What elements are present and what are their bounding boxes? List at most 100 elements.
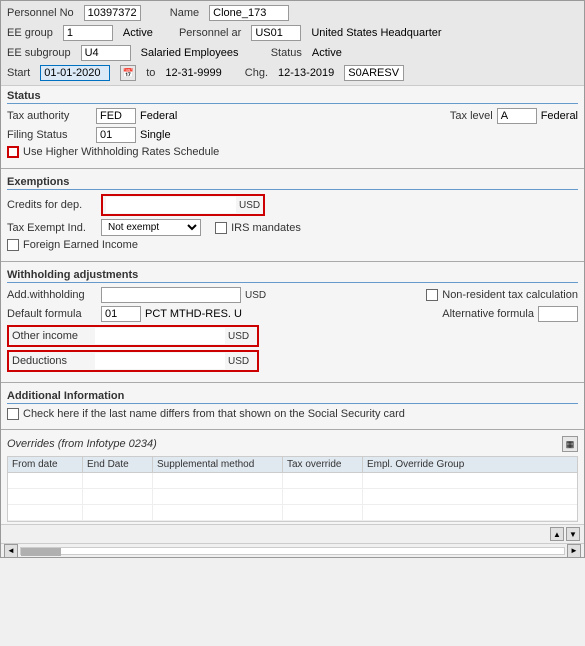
name-label: Name xyxy=(170,7,199,19)
credits-for-dep-currency: USD xyxy=(239,200,260,211)
deductions-row: Deductions USD xyxy=(7,350,578,372)
non-resident-label: Non-resident tax calculation xyxy=(442,289,578,301)
cell-from-date-2 xyxy=(8,489,83,504)
chg-date: 12-13-2019 xyxy=(278,67,334,79)
check-last-name-row: Check here if the last name differs from… xyxy=(7,408,578,420)
tax-authority-label: Tax authority xyxy=(7,110,92,122)
col-empl-override: Empl. Override Group xyxy=(363,457,577,472)
tax-authority-name: Federal xyxy=(140,110,177,122)
use-higher-withholding-row: Use Higher Withholding Rates Schedule xyxy=(7,146,578,158)
other-income-currency: USD xyxy=(228,331,249,342)
foreign-earned-income-row: Foreign Earned Income xyxy=(7,239,578,251)
additional-title: Additional Information xyxy=(7,390,578,404)
default-formula-row: Default formula 01 PCT MTHD-RES. U Alter… xyxy=(7,306,578,322)
tax-exempt-dropdown[interactable]: Not exempt xyxy=(101,219,201,236)
tax-level-name: Federal xyxy=(541,110,578,122)
exemptions-title: Exemptions xyxy=(7,176,578,190)
overrides-table: From date End Date Supplemental method T… xyxy=(7,456,578,522)
table-row xyxy=(8,489,577,505)
start-date[interactable]: 01-01-2020 xyxy=(40,65,110,81)
use-higher-withholding-checkbox[interactable] xyxy=(7,146,19,158)
tax-level-label: Tax level xyxy=(450,110,493,122)
personnel-area-label: Personnel ar xyxy=(179,27,241,39)
alternative-formula-input[interactable] xyxy=(538,306,578,322)
table-row xyxy=(8,505,577,521)
deductions-input[interactable] xyxy=(95,353,225,369)
tax-authority-row: Tax authority FED Federal Tax level A Fe… xyxy=(7,108,578,124)
other-income-row: Other income USD xyxy=(7,325,578,347)
cell-tax-override-2 xyxy=(283,489,363,504)
header-row-1: Personnel No 10397372 Name Clone_173 xyxy=(7,4,578,22)
ee-group-label: EE group xyxy=(7,27,53,39)
horizontal-scrollbar: ◄ ► xyxy=(1,543,584,557)
foreign-earned-income-checkbox[interactable] xyxy=(7,239,19,251)
irs-mandates-checkbox[interactable] xyxy=(215,222,227,234)
header-row-3: EE subgroup U4 Salaried Employees Status… xyxy=(7,44,578,62)
ee-subgroup-name: Salaried Employees xyxy=(141,47,239,59)
withholding-section: Withholding adjustments Add.withholding … xyxy=(1,265,584,379)
chg-label: Chg. xyxy=(245,67,268,79)
cell-end-date-3 xyxy=(83,505,153,520)
cell-empl-override-2 xyxy=(363,489,577,504)
use-higher-withholding-label: Use Higher Withholding Rates Schedule xyxy=(23,146,219,158)
alternative-formula-label: Alternative formula xyxy=(442,308,534,320)
scroll-down-btn[interactable]: ▼ xyxy=(566,527,580,541)
tax-level-code[interactable]: A xyxy=(497,108,537,124)
add-withholding-label: Add.withholding xyxy=(7,289,97,301)
withholding-title: Withholding adjustments xyxy=(7,269,578,283)
foreign-earned-income-label: Foreign Earned Income xyxy=(23,239,138,251)
ee-subgroup-label: EE subgroup xyxy=(7,47,71,59)
filing-status-label: Filing Status xyxy=(7,129,92,141)
col-supplemental: Supplemental method xyxy=(153,457,283,472)
table-row xyxy=(8,473,577,489)
default-formula-label: Default formula xyxy=(7,308,97,320)
ee-group-code: 1 xyxy=(63,25,113,41)
name-value: Clone_173 xyxy=(209,5,289,21)
filing-status-row: Filing Status 01 Single xyxy=(7,127,578,143)
tax-exempt-label: Tax Exempt Ind. xyxy=(7,222,97,234)
credits-for-dep-input[interactable] xyxy=(106,197,236,213)
vertical-scrollbar-area: ▲ ▼ xyxy=(1,524,584,543)
scroll-left-btn[interactable]: ◄ xyxy=(4,544,18,558)
end-date: 12-31-9999 xyxy=(165,67,221,79)
filing-status-code[interactable]: 01 xyxy=(96,127,136,143)
add-withholding-row: Add.withholding USD Non-resident tax cal… xyxy=(7,287,578,303)
tax-authority-code[interactable]: FED xyxy=(96,108,136,124)
chg-user: S0ARESV xyxy=(344,65,404,81)
scroll-up-btn[interactable]: ▲ xyxy=(550,527,564,541)
non-resident-checkbox[interactable] xyxy=(426,289,438,301)
other-income-input[interactable] xyxy=(95,328,225,344)
scroll-right-btn[interactable]: ► xyxy=(567,544,581,558)
ee-group-status: Active xyxy=(123,27,153,39)
ee-subgroup-code: U4 xyxy=(81,45,131,61)
credits-for-dep-row: Credits for dep. USD xyxy=(7,194,578,216)
cell-end-date-2 xyxy=(83,489,153,504)
add-withholding-currency: USD xyxy=(245,290,266,301)
additional-section: Additional Information Check here if the… xyxy=(1,386,584,427)
cell-end-date-1 xyxy=(83,473,153,488)
start-label: Start xyxy=(7,67,30,79)
cell-supplemental-2 xyxy=(153,489,283,504)
cell-supplemental-3 xyxy=(153,505,283,520)
personnel-area-code: US01 xyxy=(251,25,301,41)
default-formula-code[interactable]: 01 xyxy=(101,306,141,322)
cell-from-date-1 xyxy=(8,473,83,488)
cell-empl-override-1 xyxy=(363,473,577,488)
filing-status-name: Single xyxy=(140,129,171,141)
check-last-name-checkbox[interactable] xyxy=(7,408,19,420)
exemptions-section: Exemptions Credits for dep. USD Tax Exem… xyxy=(1,172,584,258)
tax-exempt-row: Tax Exempt Ind. Not exempt IRS mandates xyxy=(7,219,578,236)
table-header: From date End Date Supplemental method T… xyxy=(8,457,577,473)
header-bar: Personnel No 10397372 Name Clone_173 EE … xyxy=(1,1,584,86)
main-container: Personnel No 10397372 Name Clone_173 EE … xyxy=(0,0,585,558)
col-tax-override: Tax override xyxy=(283,457,363,472)
credits-for-dep-label: Credits for dep. xyxy=(7,199,97,211)
col-from-date: From date xyxy=(8,457,83,472)
grid-icon[interactable]: ▦ xyxy=(562,436,578,452)
scroll-track[interactable] xyxy=(20,547,565,555)
irs-mandates-label: IRS mandates xyxy=(231,222,301,234)
personnel-no-value: 10397372 xyxy=(84,5,141,21)
add-withholding-input[interactable] xyxy=(101,287,241,303)
calendar-icon[interactable]: 📅 xyxy=(120,65,136,81)
scroll-thumb xyxy=(21,548,61,556)
